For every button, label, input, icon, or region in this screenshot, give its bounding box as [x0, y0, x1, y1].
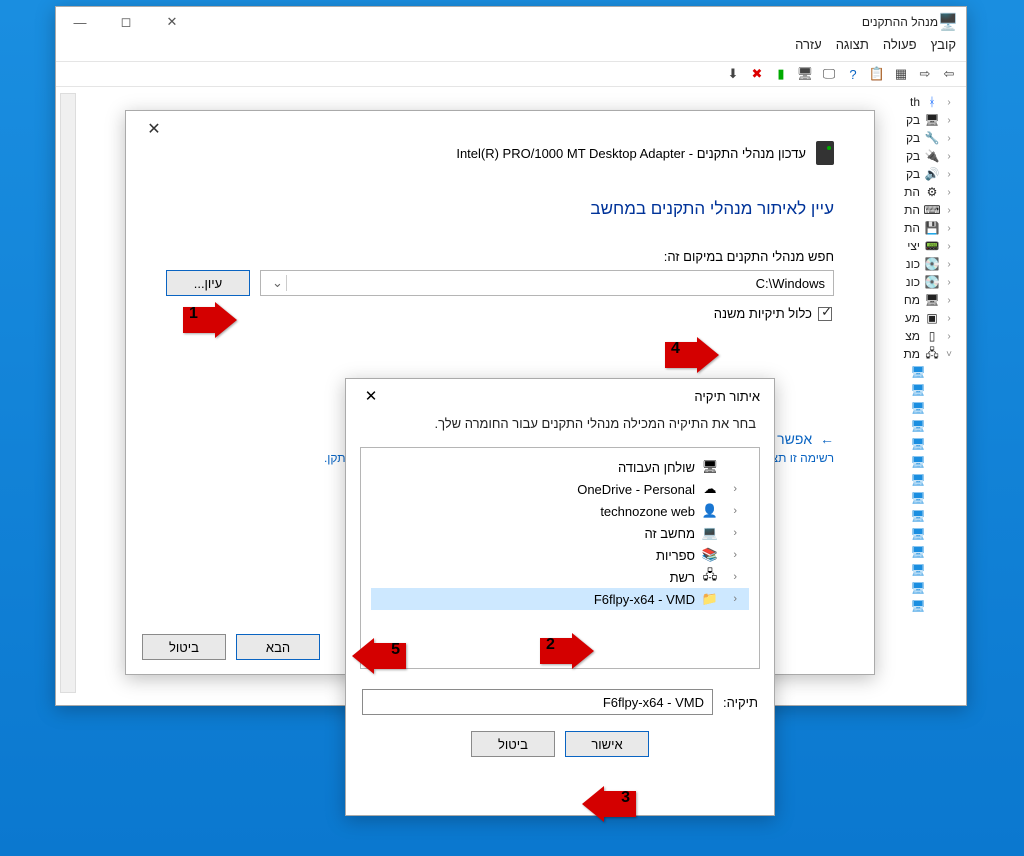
driver-path-value: C:\Windows: [756, 276, 825, 291]
dialog-title: איתור תיקיה: [694, 389, 760, 404]
monitor-icon: 🖥: [910, 544, 926, 560]
menu-file[interactable]: קובץ: [931, 37, 956, 61]
browse-folder-dialog: איתור תיקיה ✕ בחר את התיקיה המכילה מנהלי…: [345, 378, 775, 816]
bluetooth-icon: ᚼ: [924, 94, 940, 110]
window-title: מנהל ההתקנים: [64, 15, 938, 29]
device-title: עדכון מנהלי התקנים - Intel(R) PRO/1000 M…: [456, 146, 806, 161]
monitor-icon: 🖥: [910, 580, 926, 596]
monitor-icon: 🖥: [910, 436, 926, 452]
cancel-button[interactable]: ביטול: [142, 634, 226, 660]
maximize-button[interactable]: ◻: [106, 9, 146, 35]
wizard-heading: עיין לאיתור מנהלי התקנים במחשב: [166, 199, 834, 219]
app-icon: 🖥️: [938, 12, 958, 32]
pc-icon: 💻: [701, 525, 719, 541]
monitor-icon: 🖥: [910, 400, 926, 416]
folder-tree-item[interactable]: ‹📁F6flpy-x64 - VMD: [371, 588, 749, 610]
network-icon: 🖧: [924, 346, 940, 362]
folder-tree[interactable]: 🖥שולחן העבודה‹☁OneDrive - Personal‹👤tech…: [360, 447, 760, 669]
system-icon: ⚙: [924, 184, 940, 200]
menu-help[interactable]: עזרה: [795, 37, 822, 61]
menu-action[interactable]: פעולה: [883, 37, 917, 61]
show-hidden-button[interactable]: ▦: [890, 64, 912, 84]
monitor-icon: 🖥: [924, 112, 940, 128]
scan-button[interactable]: 🖥: [794, 64, 816, 84]
uninstall-button[interactable]: ✖: [746, 64, 768, 84]
battery-icon: ▯: [924, 328, 940, 344]
back-button[interactable]: ⇦: [938, 64, 960, 84]
disk-icon: 💽: [924, 256, 940, 272]
onedrive-icon: ☁: [701, 481, 719, 497]
folder-input[interactable]: [362, 689, 713, 715]
ok-button[interactable]: אישור: [565, 731, 649, 757]
driver-path-combo[interactable]: ⌄ C:\Windows: [260, 270, 834, 296]
scrollbar[interactable]: [60, 93, 76, 693]
monitor-icon: 🖥: [910, 598, 926, 614]
folder-label: תיקיה:: [723, 695, 758, 710]
minimize-button[interactable]: —: [60, 9, 100, 35]
network-icon: 🖧: [701, 569, 719, 585]
folder-icon: 📁: [701, 591, 719, 607]
storage-icon: 💾: [924, 220, 940, 236]
folder-tree-item[interactable]: ‹👤technozone web: [371, 500, 749, 522]
next-button[interactable]: הבא: [236, 634, 320, 660]
device-icon: 🔧: [924, 130, 940, 146]
monitor-icon: 🖥: [910, 508, 926, 524]
forward-button[interactable]: ⇨: [914, 64, 936, 84]
device-header: עדכון מנהלי התקנים - Intel(R) PRO/1000 M…: [166, 141, 834, 165]
cpu-icon: ▣: [924, 310, 940, 326]
libraries-icon: 📚: [701, 547, 719, 563]
tree-item[interactable]: ‹ᚼth: [798, 93, 958, 111]
close-icon[interactable]: ✕: [136, 117, 172, 141]
device-icon: [816, 141, 834, 165]
checkbox-icon[interactable]: [818, 307, 832, 321]
include-subfolders-label: כלול תיקיות משנה: [714, 306, 812, 321]
sound-icon: 🔊: [924, 166, 940, 182]
close-button[interactable]: ✕: [152, 9, 192, 35]
close-icon[interactable]: ✕: [354, 385, 388, 407]
monitor-icon: 🖥: [910, 490, 926, 506]
toolbar: ⇦ ⇨ ▦ 📋 ? 🖵 🖥 ▮ ✖ ⬇: [56, 61, 966, 87]
include-subfolders-row[interactable]: כלול תיקיות משנה: [168, 306, 832, 321]
browse-button[interactable]: עיון...: [166, 270, 250, 296]
monitor-icon: 🖥: [910, 382, 926, 398]
titlebar: 🖥️ מנהל ההתקנים — ◻ ✕: [56, 7, 966, 37]
folder-tree-item[interactable]: ‹📚ספריות: [371, 544, 749, 566]
update-button[interactable]: ⬇: [722, 64, 744, 84]
hid-icon: ⌨: [924, 202, 940, 218]
monitor-icon: 🖥: [910, 472, 926, 488]
dialog-prompt: בחר את התיקיה המכילה מנהלי התקנים עבור ה…: [346, 410, 774, 441]
menubar: קובץ פעולה תצוגה עזרה: [56, 37, 966, 61]
port-icon: 📟: [924, 238, 940, 254]
monitor-icon: 🖥: [910, 364, 926, 380]
enable-button[interactable]: ▮: [770, 64, 792, 84]
help-button[interactable]: ?: [842, 64, 864, 84]
search-label: חפש מנהלי התקנים במיקום זה:: [166, 249, 834, 264]
desktop-icon: 🖥: [701, 459, 719, 475]
cancel-button[interactable]: ביטול: [471, 731, 555, 757]
folder-tree-item[interactable]: 🖥שולחן העבודה: [371, 456, 749, 478]
menu-view[interactable]: תצוגה: [836, 37, 869, 61]
monitor-icon: 🖥: [910, 418, 926, 434]
disk-icon: 💽: [924, 274, 940, 290]
computer-icon: 🖥: [924, 292, 940, 308]
monitor-icon: 🖥: [910, 562, 926, 578]
view-button[interactable]: 🖵: [818, 64, 840, 84]
monitor-icon: 🖥: [910, 454, 926, 470]
dropdown-icon[interactable]: ⌄: [269, 275, 287, 291]
properties-button[interactable]: 📋: [866, 64, 888, 84]
folder-tree-item[interactable]: ‹☁OneDrive - Personal: [371, 478, 749, 500]
folder-tree-item[interactable]: ‹🖧רשת: [371, 566, 749, 588]
user-icon: 👤: [701, 503, 719, 519]
monitor-icon: 🖥: [910, 526, 926, 542]
usb-icon: 🔌: [924, 148, 940, 164]
folder-tree-item[interactable]: ‹💻מחשב זה: [371, 522, 749, 544]
